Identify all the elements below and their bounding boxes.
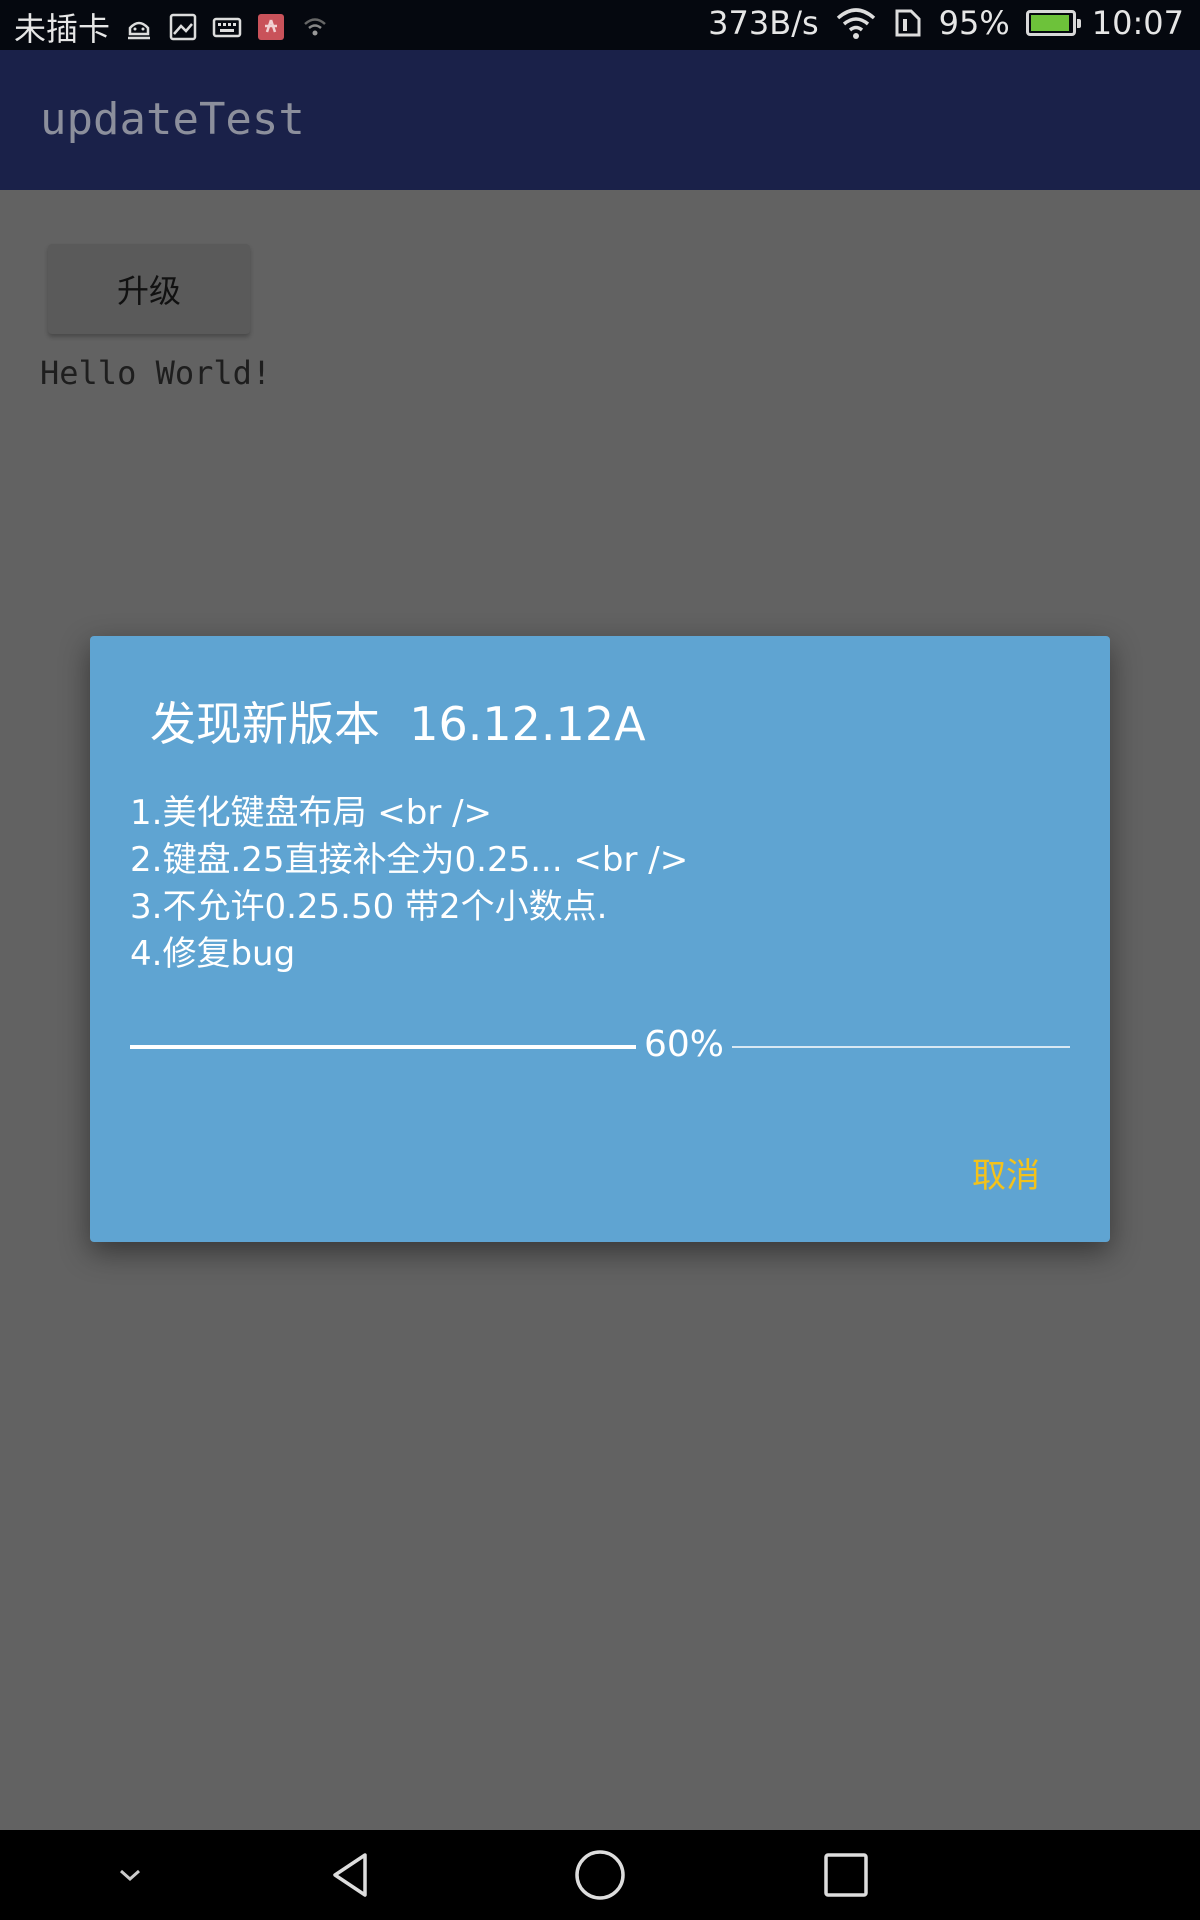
status-right: 373B/s 95% 10:07 — [708, 4, 1184, 42]
status-bar: 未插卡 373B/s 95% 10:07 — [0, 0, 1200, 50]
release-note-line: 2.键盘.25直接补全为0.25... <br /> — [130, 840, 689, 880]
chevron-down-icon[interactable] — [90, 1830, 170, 1920]
progress-unreached — [732, 1046, 1070, 1048]
dialog-title: 发现新版本 16.12.12A — [150, 697, 646, 751]
recents-icon[interactable] — [806, 1830, 886, 1920]
wifi-icon — [836, 8, 875, 39]
wifi-weak-icon — [304, 18, 326, 36]
app-title: updateTest — [40, 94, 305, 145]
android-debug-icon — [128, 21, 151, 40]
carrier-text: 未插卡 — [14, 10, 111, 48]
keyboard-icon — [212, 17, 242, 38]
progress-reached — [130, 1045, 636, 1049]
home-icon[interactable] — [560, 1830, 640, 1920]
screen: 未插卡 373B/s 95% 10:07 updateTest 升级 Hello… — [0, 0, 1200, 1920]
back-icon[interactable] — [310, 1830, 390, 1920]
battery-percent-text: 95% — [938, 4, 1010, 42]
huawei-app-icon — [258, 14, 285, 40]
cancel-button[interactable]: 取消 — [972, 1148, 1040, 1197]
app-bar: updateTest — [0, 50, 1200, 190]
battery-charging-icon — [1025, 10, 1081, 36]
clock-text: 10:07 — [1091, 4, 1184, 42]
net-speed-text: 373B/s — [708, 4, 819, 42]
status-left: 未插卡 — [14, 4, 330, 50]
image-icon — [169, 13, 197, 41]
download-progress-bar: 60% — [130, 1022, 1070, 1072]
navigation-bar — [0, 1830, 1200, 1920]
update-dialog: 发现新版本 16.12.12A 1.美化键盘布局 <br /> 2.键盘.25直… — [90, 636, 1110, 1242]
sim-icon — [895, 9, 921, 37]
upgrade-button[interactable]: 升级 — [48, 244, 250, 334]
battery-level-fill — [1030, 15, 1069, 31]
release-note-line: 1.美化键盘布局 <br /> — [130, 793, 493, 833]
release-note-line: 4.修复bug — [130, 934, 296, 974]
release-note-line: 3.不允许0.25.50 带2个小数点. — [130, 887, 608, 927]
release-notes: 1.美化键盘布局 <br /> 2.键盘.25直接补全为0.25... <br … — [130, 790, 688, 978]
progress-percent-text: 60% — [644, 1024, 725, 1065]
hello-text: Hello World! — [40, 354, 272, 392]
